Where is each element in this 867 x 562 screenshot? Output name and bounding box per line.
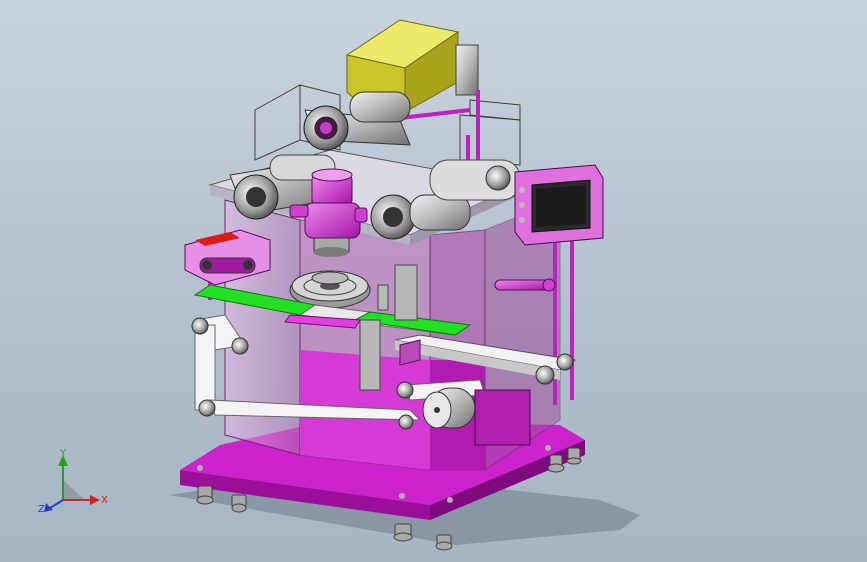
z-axis-label: Z xyxy=(38,504,45,515)
triad-plane xyxy=(63,480,85,500)
y-axis-label: Y xyxy=(59,448,67,459)
cross-bar xyxy=(494,278,556,292)
z-axis-line xyxy=(49,499,64,509)
cad-viewport[interactable]: Y X Z xyxy=(0,0,867,562)
x-axis-arrow xyxy=(90,495,100,505)
x-axis-label: X xyxy=(101,495,108,506)
coordinate-triad[interactable]: Y X Z xyxy=(38,448,108,515)
upper-roller-assembly xyxy=(303,91,411,151)
control-panel xyxy=(514,164,604,246)
